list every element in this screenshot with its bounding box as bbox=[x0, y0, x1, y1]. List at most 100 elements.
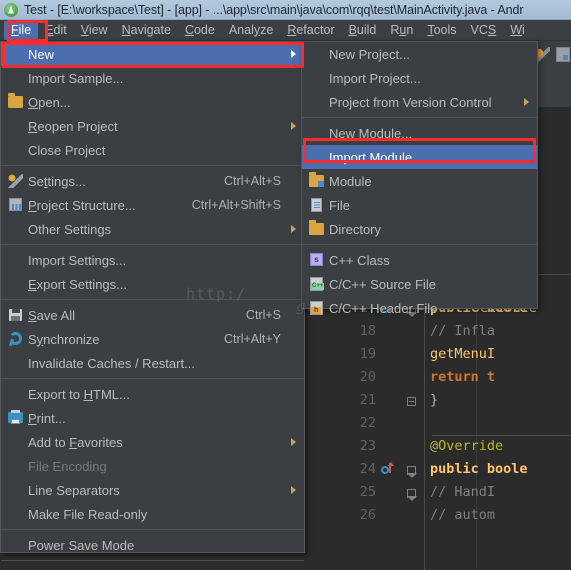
menu-item-label: C/C++ Source File bbox=[329, 276, 436, 292]
menubar-item-vcs[interactable]: VCS bbox=[464, 21, 504, 40]
menubar-item-build[interactable]: Build bbox=[342, 21, 384, 40]
override-circle-icon bbox=[381, 466, 389, 474]
file-menu-item-settings[interactable]: Settings... Ctrl+Alt+S bbox=[1, 169, 304, 193]
file-icon bbox=[309, 197, 325, 213]
menubar-item-tools[interactable]: Tools bbox=[420, 21, 463, 40]
code-line[interactable]: 25 // HandI bbox=[300, 481, 571, 504]
overriding-method-gutter-icon[interactable] bbox=[381, 462, 394, 476]
menu-separator bbox=[1, 299, 304, 300]
menu-item-icon-placeholder bbox=[8, 46, 24, 62]
code-line[interactable]: 24 public boole bbox=[300, 458, 571, 481]
line-number: 22 bbox=[359, 415, 376, 431]
new-submenu-item-new-module[interactable]: New Module... bbox=[302, 121, 537, 145]
line-number: 21 bbox=[359, 392, 376, 408]
menubar-item-navigate[interactable]: Navigate bbox=[115, 21, 178, 40]
code-line[interactable]: 26 // autom bbox=[300, 504, 571, 527]
file-menu-popup[interactable]: New Import Sample... Open... Reopen Project… bbox=[0, 41, 305, 570]
new-submenu-item-import-project[interactable]: Import Project... bbox=[302, 66, 537, 90]
file-menu-item-save-all[interactable]: Save All Ctrl+S bbox=[1, 303, 304, 327]
file-menu-item-import-settings[interactable]: Import Settings... bbox=[1, 248, 304, 272]
new-submenu-item-c-c-source-file[interactable]: C/C++ Source File bbox=[302, 272, 537, 296]
menu-separator bbox=[302, 117, 537, 118]
file-menu-item-add-to-favorites[interactable]: Add to Favorites bbox=[1, 430, 304, 454]
new-submenu-item-import-module[interactable]: Import Module... bbox=[302, 145, 537, 169]
code-line[interactable]: 19 getMenuI bbox=[300, 343, 571, 366]
file-menu-item-close-project[interactable]: Close Project bbox=[1, 138, 304, 162]
menu-item-label: Import Project... bbox=[329, 70, 421, 86]
new-submenu-item-directory[interactable]: Directory bbox=[302, 217, 537, 241]
folder-icon bbox=[309, 220, 325, 237]
file-menu-item-line-separators[interactable]: Line Separators bbox=[1, 478, 304, 502]
line-number: 26 bbox=[359, 507, 376, 523]
new-submenu-item-new-project[interactable]: New Project... bbox=[302, 42, 537, 66]
file-menu-item-synchronize[interactable]: Synchronize Ctrl+Alt+Y bbox=[1, 327, 304, 351]
menubar-item-refactor[interactable]: Refactor bbox=[280, 21, 341, 40]
new-submenu-item-module[interactable]: Module bbox=[302, 169, 537, 193]
menubar-item-file[interactable]: File bbox=[4, 20, 39, 40]
file-menu-item-open[interactable]: Open... bbox=[1, 90, 304, 114]
menu-item-label: Open... bbox=[28, 94, 71, 110]
file-menu-item-export-settings[interactable]: Export Settings... bbox=[1, 272, 304, 296]
menu-item-icon-placeholder bbox=[309, 94, 325, 110]
new-submenu-item-c-class[interactable]: s C++ Class bbox=[302, 248, 537, 272]
submenu-chevron-right-icon bbox=[291, 50, 296, 58]
folder-icon bbox=[8, 93, 24, 110]
print-icon-glyph bbox=[8, 410, 23, 424]
menu-item-label: C++ Class bbox=[329, 252, 390, 268]
menu-item-label: Print... bbox=[28, 410, 66, 426]
new-submenu-item-project-from-version-control[interactable]: Project from Version Control bbox=[302, 90, 537, 114]
code-line[interactable]: 23 @Override bbox=[300, 435, 571, 458]
code-text: public boole bbox=[430, 461, 528, 477]
new-submenu-item-c-c-header-file[interactable]: C/C++ Header File bbox=[302, 296, 537, 320]
new-submenu-popup[interactable]: New Project... Import Project... Project f… bbox=[301, 41, 538, 316]
code-line[interactable]: 18 // Infla bbox=[300, 320, 571, 343]
cpp-class-icon: s bbox=[309, 252, 325, 268]
menu-item-label: New Module... bbox=[329, 125, 413, 141]
code-line[interactable]: 21} bbox=[300, 389, 571, 412]
new-submenu-item-file[interactable]: File bbox=[302, 193, 537, 217]
code-fold-toggle-icon[interactable] bbox=[407, 397, 416, 406]
menu-item-label: File Encoding bbox=[28, 458, 107, 474]
code-text: @Override bbox=[430, 438, 504, 454]
file-menu-item-print[interactable]: Print... bbox=[1, 406, 304, 430]
file-menu-item-invalidate-caches-restart[interactable]: Invalidate Caches / Restart... bbox=[1, 351, 304, 375]
menu-item-label: Import Module... bbox=[329, 149, 423, 165]
menubar-item-analyze[interactable]: Analyze bbox=[222, 21, 280, 40]
menubar-item-code[interactable]: Code bbox=[178, 21, 222, 40]
menu-separator bbox=[1, 529, 304, 530]
file-menu-item-make-file-read-only[interactable]: Make File Read-only bbox=[1, 502, 304, 526]
submenu-chevron-right-icon bbox=[291, 225, 296, 233]
menubar-item-wi[interactable]: Wi bbox=[503, 21, 532, 40]
file-menu-item-other-settings[interactable]: Other Settings bbox=[1, 217, 304, 241]
menubar-item-view[interactable]: View bbox=[74, 21, 115, 40]
file-menu-item-export-to-html[interactable]: Export to HTML... bbox=[1, 382, 304, 406]
code-line[interactable]: 20 return t bbox=[300, 366, 571, 389]
line-number: 25 bbox=[359, 484, 376, 500]
file-menu-item-new[interactable]: New bbox=[1, 42, 304, 66]
menu-item-icon-placeholder bbox=[309, 70, 325, 86]
android-studio-window: Test - [E:\workspace\Test] - [app] - ...… bbox=[0, 0, 571, 570]
file-menu-item-reopen-project[interactable]: Reopen Project bbox=[1, 114, 304, 138]
file-menu-item-import-sample[interactable]: Import Sample... bbox=[1, 66, 304, 90]
menu-item-icon-placeholder bbox=[8, 221, 24, 237]
code-line[interactable]: 22 bbox=[300, 412, 571, 435]
menubar-item-run[interactable]: Run bbox=[383, 21, 420, 40]
file-menu-item-project-structure[interactable]: Project Structure... Ctrl+Alt+Shift+S bbox=[1, 193, 304, 217]
menu-item-label: Export to HTML... bbox=[28, 386, 130, 402]
code-fold-toggle-icon[interactable] bbox=[407, 466, 417, 478]
file-menu-item-exit[interactable]: Exit bbox=[1, 564, 304, 570]
file-icon-glyph bbox=[311, 198, 322, 212]
cpp-header-icon bbox=[309, 300, 325, 316]
menu-separator bbox=[1, 378, 304, 379]
code-fold-toggle-icon[interactable] bbox=[407, 489, 417, 501]
folder-icon-glyph bbox=[309, 220, 324, 235]
menubar-item-edit[interactable]: Edit bbox=[38, 21, 74, 40]
menu-item-shortcut: Ctrl+Alt+Shift+S bbox=[191, 198, 281, 212]
menu-item-icon-placeholder bbox=[8, 458, 24, 474]
project-structure-icon[interactable] bbox=[556, 47, 570, 62]
structure-icon-glyph bbox=[9, 198, 22, 211]
menu-item-label: Power Save Mode bbox=[28, 537, 135, 553]
file-menu-item-power-save-mode[interactable]: Power Save Mode bbox=[1, 533, 304, 557]
menu-item-shortcut: Ctrl+Alt+Y bbox=[224, 332, 281, 346]
menu-item-label: New Project... bbox=[329, 46, 410, 62]
